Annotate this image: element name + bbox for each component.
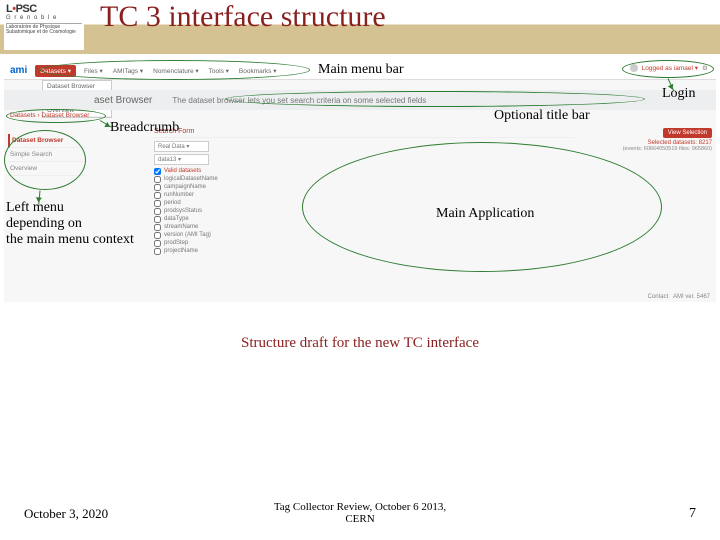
- checkbox[interactable]: [154, 216, 161, 223]
- check-label: period: [164, 200, 181, 206]
- check-label: Valid datasets: [164, 168, 201, 174]
- slide-title: TC 3 interface structure: [100, 0, 386, 34]
- check-label: version (AMI Tag): [164, 232, 211, 238]
- checkbox[interactable]: [154, 192, 161, 199]
- check-label: prodStep: [164, 240, 188, 246]
- check-label: runNumber: [164, 192, 194, 198]
- checkbox[interactable]: [154, 240, 161, 247]
- slide-caption: Structure draft for the new TC interface: [0, 335, 720, 352]
- ami-logo: ami: [10, 65, 27, 76]
- annot-ellipse-login: [622, 60, 714, 78]
- page-heading: aset Browser: [94, 95, 152, 106]
- app-footer: Contact AMI ver. 5467: [648, 294, 710, 300]
- check-label: projectName: [164, 248, 198, 254]
- checkbox[interactable]: [154, 184, 161, 191]
- checkbox[interactable]: [154, 200, 161, 207]
- annot-label-mainmenu: Main menu bar: [318, 62, 404, 78]
- annot-label-leftmenu: Left menu depending on the main menu con…: [6, 200, 134, 248]
- slide-header: L•PSC G r e n o b l e Laboratoire de Phy…: [0, 0, 720, 54]
- checkbox[interactable]: [154, 168, 161, 175]
- selection-detail: (events: 60664050519 files: 965860): [623, 146, 712, 152]
- annot-ellipse-mainmenu: [40, 60, 310, 80]
- selection-panel: View Selection Selected datasets: 8217 (…: [623, 128, 712, 152]
- checkbox[interactable]: [154, 248, 161, 255]
- annot-label-breadcrumb: Breadcrumb: [110, 120, 179, 136]
- footer-version: AMI ver. 5467: [673, 294, 710, 300]
- annot-ellipse-leftmenu: [4, 130, 86, 190]
- check-label: dataType: [164, 216, 189, 222]
- footer-center: Tag Collector Review, October 6 2013, CE…: [0, 501, 720, 526]
- checkbox[interactable]: [154, 224, 161, 231]
- check-label: logicalDatasetName: [164, 176, 218, 182]
- checkbox[interactable]: [154, 232, 161, 239]
- select-campaign[interactable]: data13 ▾: [154, 154, 209, 165]
- view-selection-button[interactable]: View Selection: [663, 128, 712, 138]
- annot-label-titlebar: Optional title bar: [494, 108, 590, 124]
- page-number: 7: [689, 506, 696, 522]
- check-label: streamName: [164, 224, 198, 230]
- checkbox[interactable]: [154, 176, 161, 183]
- check-label: prodsysStatus: [164, 208, 202, 214]
- lpsc-logo: L•PSC G r e n o b l e Laboratoire de Phy…: [4, 2, 84, 50]
- select-realdata[interactable]: Real Data ▾: [154, 141, 209, 152]
- footer-contact[interactable]: Contact: [648, 294, 669, 300]
- annot-label-mainapp: Main Application: [436, 206, 534, 222]
- annot-arrow-leftmenu: [38, 190, 40, 204]
- check-label: campaignName: [164, 184, 206, 190]
- annot-ellipse-breadcrumb: [6, 109, 106, 123]
- search-form-header: Search Form: [154, 128, 574, 138]
- annot-ellipse-titlebar: [225, 91, 645, 107]
- annot-label-login: Login: [662, 86, 695, 102]
- checkbox[interactable]: [154, 208, 161, 215]
